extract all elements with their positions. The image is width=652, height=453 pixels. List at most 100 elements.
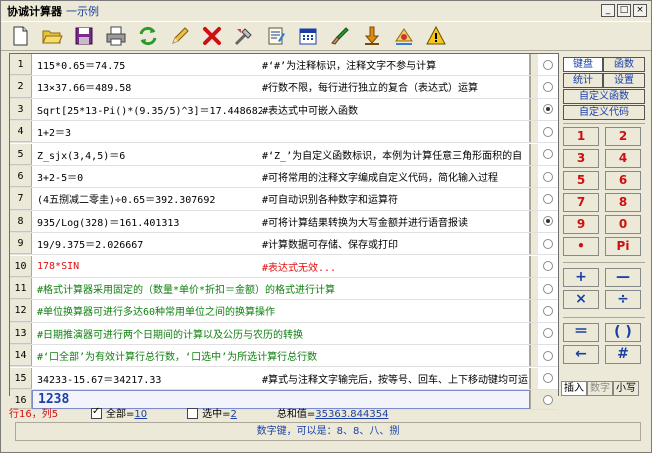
table-row[interactable]: 11 #格式计算器采用固定的（数量*单价*折扣＝金额）的格式进行计算 xyxy=(10,278,558,301)
maximize-button[interactable]: □ xyxy=(617,4,631,17)
convert-icon[interactable] xyxy=(391,24,416,49)
table-row[interactable]: 5 Z_sjx(3,4,5)＝6 #‘Z_’为自定义函数标识，本例为计算任意三角形面… xyxy=(10,143,558,166)
row-comment: #‘#’为注释标识，注释文字不参与计算 xyxy=(262,61,437,73)
row-select-radio[interactable] xyxy=(543,193,553,204)
tab-custom-code[interactable]: 自定义代码 xyxy=(563,105,645,120)
table-row[interactable]: 12 #单位换算器可进行多达60种常用单位之间的换算操作 xyxy=(10,300,558,323)
print-icon[interactable] xyxy=(103,24,128,49)
key-2[interactable]: 2 xyxy=(605,127,641,146)
tab-lowercase[interactable]: 小写 xyxy=(613,381,639,396)
row-content[interactable]: Z_sjx(3,4,5)＝6 #‘Z_’为自定义函数标识，本例为计算任意三角形面积… xyxy=(32,143,530,165)
row-content[interactable]: Sqrt[25*13-Pi()*(9.35/5)^3]＝17.448682 #表达… xyxy=(32,98,530,120)
row-select-cell xyxy=(538,233,558,255)
row-select-cell xyxy=(538,166,558,188)
row-select-radio[interactable] xyxy=(543,350,553,361)
sum-value[interactable]: 35363.844354 xyxy=(315,409,388,420)
notes-icon[interactable] xyxy=(263,24,288,49)
edit-pencil-icon[interactable] xyxy=(167,24,192,49)
row-content[interactable]: #‘口全部’为有效计算行总行数，‘口选中’为所选计算行总行数 xyxy=(32,345,530,367)
row-content[interactable]: 13×37.66＝489.58 #行数不限，每行进行独立的复合（表达式）运算 xyxy=(32,76,530,98)
minimize-button[interactable]: _ xyxy=(601,4,615,17)
key-comment-mark[interactable]: # xyxy=(605,345,641,364)
row-select-radio[interactable] xyxy=(543,261,553,272)
open-folder-icon[interactable] xyxy=(39,24,64,49)
key-4[interactable]: 4 xyxy=(605,149,641,168)
key-parentheses[interactable]: ( ) xyxy=(605,323,641,342)
table-row[interactable]: 8 935/Log(328)＝161.401313 #可将计算结果转换为大写金额并进… xyxy=(10,210,558,233)
tab-statistics[interactable]: 统计 xyxy=(563,73,603,88)
key-7[interactable]: 7 xyxy=(563,193,599,212)
table-row[interactable]: 14 #‘口全部’为有效计算行总行数，‘口选中’为所选计算行总行数 xyxy=(10,345,558,368)
tab-keyboard[interactable]: 键盘 xyxy=(563,57,603,72)
new-file-icon[interactable] xyxy=(7,24,32,49)
warning-icon[interactable] xyxy=(423,24,448,49)
selected-rows-count[interactable]: 2 xyxy=(231,409,237,420)
table-row[interactable]: 10 178*SIN #表达式无效... xyxy=(10,255,558,278)
selected-rows-checkbox[interactable] xyxy=(187,408,199,419)
tab-settings[interactable]: 设置 xyxy=(603,73,645,88)
row-content[interactable]: 34233-15.67＝34217.33 #算式与注释文字输完后，按等号、回车、上… xyxy=(32,367,530,389)
tab-functions[interactable]: 函数 xyxy=(603,57,645,72)
table-row[interactable]: 1 115*0.65＝74.75 #‘#’为注释标识，注释文字不参与计算 xyxy=(10,54,558,77)
row-number: 6 xyxy=(10,166,32,188)
tab-custom-functions[interactable]: 自定义函数 xyxy=(563,89,645,104)
key-backspace[interactable]: ← xyxy=(563,345,599,364)
key-9[interactable]: 9 xyxy=(563,215,599,234)
key-plus[interactable]: + xyxy=(563,268,599,287)
calendar-icon[interactable] xyxy=(295,24,320,49)
tools-icon[interactable] xyxy=(231,24,256,49)
key-minus[interactable]: — xyxy=(605,268,641,287)
key-6[interactable]: 6 xyxy=(605,171,641,190)
row-content[interactable]: 115*0.65＝74.75 #‘#’为注释标识，注释文字不参与计算 xyxy=(32,54,530,76)
key-3[interactable]: 3 xyxy=(563,149,599,168)
row-select-radio[interactable] xyxy=(543,283,553,294)
tab-digits[interactable]: 数字 xyxy=(587,381,613,396)
key-divide[interactable]: ÷ xyxy=(605,290,641,309)
row-select-radio[interactable] xyxy=(543,59,553,70)
row-select-radio[interactable] xyxy=(543,81,553,92)
table-row[interactable]: 2 13×37.66＝489.58 #行数不限，每行进行独立的复合（表达式）运算 xyxy=(10,76,558,99)
row-select-radio[interactable] xyxy=(543,238,553,249)
key-8[interactable]: 8 xyxy=(605,193,641,212)
key-0[interactable]: 0 xyxy=(605,215,641,234)
all-rows-count[interactable]: 10 xyxy=(134,409,147,420)
delete-icon[interactable] xyxy=(199,24,224,49)
row-content[interactable]: 3+2-5＝0 #可将常用的注释文字编成自定义代码，简化输入过程 xyxy=(32,166,530,188)
table-row[interactable]: 7 (4五捌减二零圭)÷0.65＝392.307692 #可自动识别各种数字和运算符 xyxy=(10,188,558,211)
row-content[interactable]: 19/9.375＝2.026667 #计算数据可存储、保存或打印 xyxy=(32,233,530,255)
row-select-radio[interactable] xyxy=(543,216,553,227)
save-icon[interactable] xyxy=(71,24,96,49)
refresh-icon[interactable] xyxy=(135,24,160,49)
table-row[interactable]: 4 1+2＝3 xyxy=(10,121,558,144)
brush-icon[interactable] xyxy=(327,24,352,49)
all-rows-checkbox[interactable] xyxy=(91,406,102,419)
row-content[interactable]: 178*SIN #表达式无效... xyxy=(32,255,530,277)
close-button[interactable]: × xyxy=(633,4,647,17)
row-content[interactable]: 1+2＝3 xyxy=(32,121,530,143)
row-content[interactable]: #单位换算器可进行多达60种常用单位之间的换算操作 xyxy=(32,300,530,322)
row-select-radio[interactable] xyxy=(543,149,553,160)
row-select-radio[interactable] xyxy=(543,126,553,137)
table-row[interactable]: 3 Sqrt[25*13-Pi()*(9.35/5)^3]＝17.448682 #表… xyxy=(10,98,558,121)
row-content[interactable]: #格式计算器采用固定的（数量*单价*折扣＝金额）的格式进行计算 xyxy=(32,278,530,300)
table-row[interactable]: 15 34233-15.67＝34217.33 #算式与注释文字输完后，按等号、回车… xyxy=(10,367,558,390)
key-pi[interactable]: Pi xyxy=(605,237,641,256)
table-row[interactable]: 6 3+2-5＝0 #可将常用的注释文字编成自定义代码，简化输入过程 xyxy=(10,166,558,189)
key-5[interactable]: 5 xyxy=(563,171,599,190)
row-select-radio[interactable] xyxy=(543,328,553,339)
table-row[interactable]: 13 #日期推演器可进行两个日期间的计算以及公历与农历的转换 xyxy=(10,322,558,345)
row-select-radio[interactable] xyxy=(543,171,553,182)
key-dot[interactable]: • xyxy=(563,237,599,256)
row-select-radio[interactable] xyxy=(543,104,553,115)
table-row[interactable]: 9 19/9.375＝2.026667 #计算数据可存储、保存或打印 xyxy=(10,233,558,256)
key-multiply[interactable]: × xyxy=(563,290,599,309)
tab-insert[interactable]: 插入 xyxy=(561,381,587,396)
row-content[interactable]: 935/Log(328)＝161.401313 #可将计算结果转换为大写金额并进行… xyxy=(32,210,530,232)
key-1[interactable]: 1 xyxy=(563,127,599,146)
download-arrow-icon[interactable] xyxy=(359,24,384,49)
row-content[interactable]: (4五捌减二零圭)÷0.65＝392.307692 #可自动识别各种数字和运算符 xyxy=(32,188,530,210)
key-equals[interactable]: ＝ xyxy=(563,323,599,342)
row-content[interactable]: #日期推演器可进行两个日期间的计算以及公历与农历的转换 xyxy=(32,322,530,344)
row-select-radio[interactable] xyxy=(543,373,553,384)
row-select-radio[interactable] xyxy=(543,305,553,316)
